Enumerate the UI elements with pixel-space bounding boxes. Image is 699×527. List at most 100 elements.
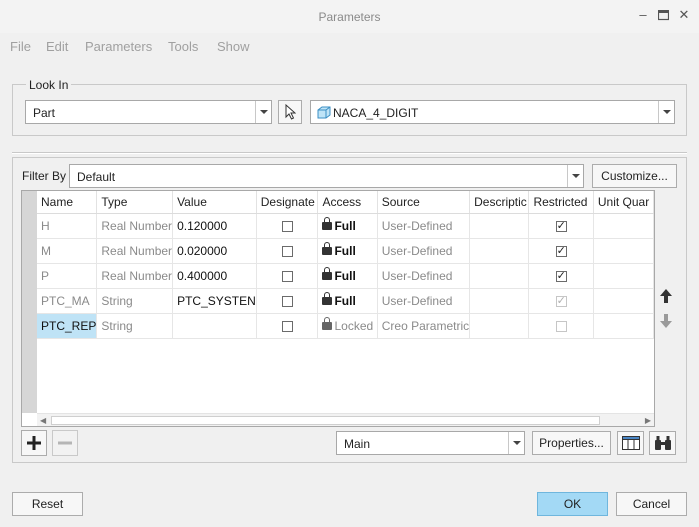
remove-parameter-button[interactable] bbox=[52, 430, 78, 456]
cell-description[interactable] bbox=[469, 288, 530, 314]
menu-edit[interactable]: Edit bbox=[46, 39, 68, 54]
table-row[interactable]: P Real Number 0.400000 Full User-Defined bbox=[37, 263, 654, 289]
look-in-type-select[interactable]: Part bbox=[25, 100, 272, 124]
designate-checkbox[interactable] bbox=[281, 270, 293, 282]
reset-button[interactable]: Reset bbox=[12, 492, 83, 516]
designate-checkbox[interactable] bbox=[281, 220, 293, 232]
horizontal-scrollbar[interactable]: ◀ ▶ bbox=[37, 413, 654, 426]
find-button[interactable] bbox=[649, 431, 676, 455]
cell-name[interactable]: M bbox=[37, 238, 98, 264]
add-parameter-button[interactable] bbox=[21, 430, 47, 456]
designate-checkbox[interactable] bbox=[281, 245, 293, 257]
restricted-checkbox[interactable] bbox=[555, 219, 567, 232]
cell-description[interactable] bbox=[469, 313, 530, 339]
cell-type[interactable]: Real Number bbox=[96, 238, 174, 264]
menu-show[interactable]: Show bbox=[217, 39, 250, 54]
scroll-right-icon[interactable]: ▶ bbox=[645, 416, 651, 425]
look-in-model-select[interactable]: NACA_4_DIGIT bbox=[310, 100, 675, 124]
cell-access[interactable]: Full bbox=[317, 213, 378, 239]
table-columns-button[interactable] bbox=[617, 431, 644, 455]
designate-checkbox[interactable] bbox=[281, 295, 293, 307]
lock-icon bbox=[322, 267, 333, 281]
cell-designate bbox=[256, 238, 319, 264]
menu-tools[interactable]: Tools bbox=[168, 39, 198, 54]
main-select[interactable]: Main bbox=[336, 431, 525, 455]
cell-description[interactable] bbox=[469, 263, 530, 289]
filter-by-label: Filter By bbox=[22, 169, 67, 183]
table-columns-icon bbox=[621, 436, 640, 450]
select-model-button[interactable] bbox=[278, 100, 302, 124]
menu-parameters[interactable]: Parameters bbox=[85, 39, 152, 54]
table-row[interactable]: PTC_REP String Locked Creo Parametric bbox=[37, 313, 654, 339]
cancel-button[interactable]: Cancel bbox=[616, 492, 687, 516]
column-header-value[interactable]: Value bbox=[172, 191, 257, 214]
cell-value[interactable]: 0.020000 bbox=[172, 238, 257, 264]
restricted-checkbox[interactable] bbox=[555, 244, 567, 257]
cell-source[interactable]: Creo Parametric bbox=[377, 313, 471, 339]
minimize-icon[interactable]: – bbox=[636, 8, 650, 22]
cell-unit-quantity[interactable] bbox=[593, 288, 654, 314]
window-title: Parameters bbox=[318, 10, 381, 24]
cell-name[interactable]: P bbox=[37, 263, 98, 289]
customize-button[interactable]: Customize... bbox=[592, 164, 677, 188]
column-header-name[interactable]: Name bbox=[37, 191, 98, 214]
cell-value[interactable]: 0.120000 bbox=[172, 213, 257, 239]
maximize-icon[interactable] bbox=[656, 8, 670, 22]
move-down-icon[interactable] bbox=[658, 312, 674, 330]
column-header-description[interactable]: Descriptic bbox=[469, 191, 530, 214]
filter-by-select[interactable]: Default bbox=[69, 164, 584, 188]
close-icon[interactable]: ✕ bbox=[677, 8, 691, 22]
cell-access[interactable]: Full bbox=[317, 238, 378, 264]
look-in-model-value: NACA_4_DIGIT bbox=[333, 106, 419, 120]
scroll-left-icon[interactable]: ◀ bbox=[40, 416, 46, 425]
cell-unit-quantity[interactable] bbox=[593, 263, 654, 289]
cell-source[interactable]: User-Defined bbox=[377, 263, 471, 289]
column-header-source[interactable]: Source bbox=[377, 191, 471, 214]
binoculars-icon bbox=[654, 436, 671, 450]
cell-source[interactable]: User-Defined bbox=[377, 238, 471, 264]
cell-value[interactable]: PTC_SYSTEN bbox=[172, 288, 257, 314]
cell-unit-quantity[interactable] bbox=[593, 213, 654, 239]
cell-access[interactable]: Full bbox=[317, 288, 378, 314]
move-up-icon[interactable] bbox=[658, 287, 674, 305]
cell-type[interactable]: String bbox=[96, 313, 174, 339]
scrollbar-thumb[interactable] bbox=[51, 416, 600, 425]
column-header-type[interactable]: Type bbox=[96, 191, 174, 214]
restricted-checkbox[interactable] bbox=[555, 269, 567, 282]
column-header-access[interactable]: Access bbox=[317, 191, 378, 214]
column-header-designate[interactable]: Designate bbox=[256, 191, 319, 214]
table-row[interactable]: PTC_MA String PTC_SYSTEN Full User-Defin… bbox=[37, 288, 654, 314]
cell-access[interactable]: Locked bbox=[317, 313, 378, 339]
cell-source[interactable]: User-Defined bbox=[377, 213, 471, 239]
cell-type[interactable]: Real Number bbox=[96, 213, 174, 239]
restricted-checkbox bbox=[555, 320, 567, 332]
cell-unit-quantity[interactable] bbox=[593, 238, 654, 264]
remove-icon bbox=[58, 441, 72, 445]
cell-value[interactable] bbox=[172, 313, 257, 339]
cell-name[interactable]: PTC_REP bbox=[37, 313, 98, 339]
chevron-down-icon bbox=[567, 165, 583, 187]
cell-name[interactable]: PTC_MA bbox=[37, 288, 98, 314]
cell-access[interactable]: Full bbox=[317, 263, 378, 289]
column-header-unit-quantity[interactable]: Unit Quar bbox=[593, 191, 654, 214]
cell-type[interactable]: Real Number bbox=[96, 263, 174, 289]
cell-description[interactable] bbox=[469, 238, 530, 264]
cell-restricted bbox=[528, 288, 594, 314]
chevron-down-icon bbox=[508, 432, 524, 454]
cell-description[interactable] bbox=[469, 213, 530, 239]
cell-value[interactable]: 0.400000 bbox=[172, 263, 257, 289]
table-row[interactable]: H Real Number 0.120000 Full User-Defined bbox=[37, 213, 654, 239]
column-header-restricted[interactable]: Restricted bbox=[528, 191, 594, 214]
cell-source[interactable]: User-Defined bbox=[377, 288, 471, 314]
designate-checkbox[interactable] bbox=[281, 320, 293, 332]
cell-name[interactable]: H bbox=[37, 213, 98, 239]
cell-unit-quantity[interactable] bbox=[593, 313, 654, 339]
chevron-down-icon bbox=[658, 101, 674, 123]
menu-file[interactable]: File bbox=[10, 39, 31, 54]
properties-button[interactable]: Properties... bbox=[532, 431, 611, 455]
cell-designate bbox=[256, 213, 319, 239]
ok-button[interactable]: OK bbox=[537, 492, 608, 516]
table-row[interactable]: M Real Number 0.020000 Full User-Defined bbox=[37, 238, 654, 264]
cell-type[interactable]: String bbox=[96, 288, 174, 314]
cell-restricted bbox=[528, 313, 594, 339]
